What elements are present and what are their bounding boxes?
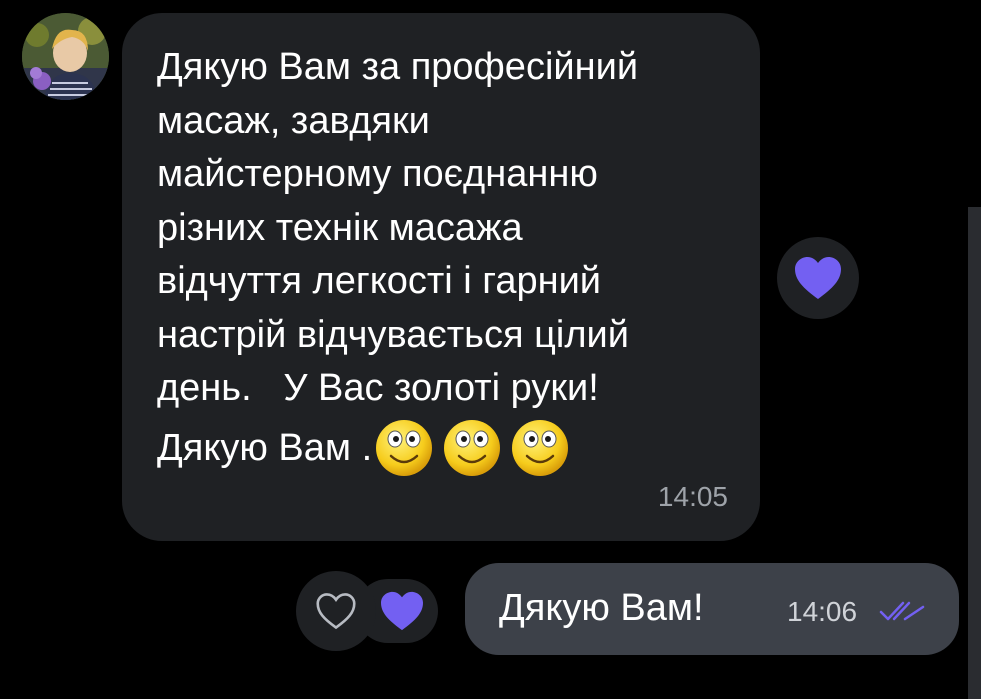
outgoing-reaction-bar [296, 571, 438, 651]
heart-outline-icon [316, 593, 356, 630]
smiling-face-icon [442, 418, 502, 478]
purple-heart-icon [795, 257, 841, 299]
emoji-row [374, 418, 570, 478]
incoming-message-text: Дякую Вам за професійний масаж, завдяки … [157, 46, 639, 409]
outgoing-message-time: 14:06 [787, 596, 858, 627]
outgoing-message-text: Дякую Вам! [499, 587, 704, 629]
double-check-icon [879, 599, 925, 628]
chat-screen: Дякую Вам за професійний масаж, завдяки … [0, 0, 981, 699]
sender-avatar[interactable] [22, 13, 109, 100]
incoming-message-closing: Дякую Вам . [157, 426, 373, 469]
incoming-message-time: 14:05 [657, 481, 728, 512]
incoming-reaction-button[interactable] [777, 237, 859, 319]
smiling-face-icon [510, 418, 570, 478]
purple-heart-reaction[interactable] [378, 588, 426, 634]
scrollbar[interactable] [968, 207, 981, 699]
incoming-message-bubble[interactable]: Дякую Вам за професійний масаж, завдяки … [122, 13, 760, 541]
like-button[interactable] [296, 571, 376, 651]
outgoing-message-bubble[interactable]: Дякую Вам! 14:06 [465, 563, 959, 655]
incoming-message-closing-line: Дякую Вам . [157, 418, 570, 478]
avatar-photo [22, 13, 109, 100]
smiling-face-icon [374, 418, 434, 478]
purple-heart-icon [381, 591, 423, 631]
